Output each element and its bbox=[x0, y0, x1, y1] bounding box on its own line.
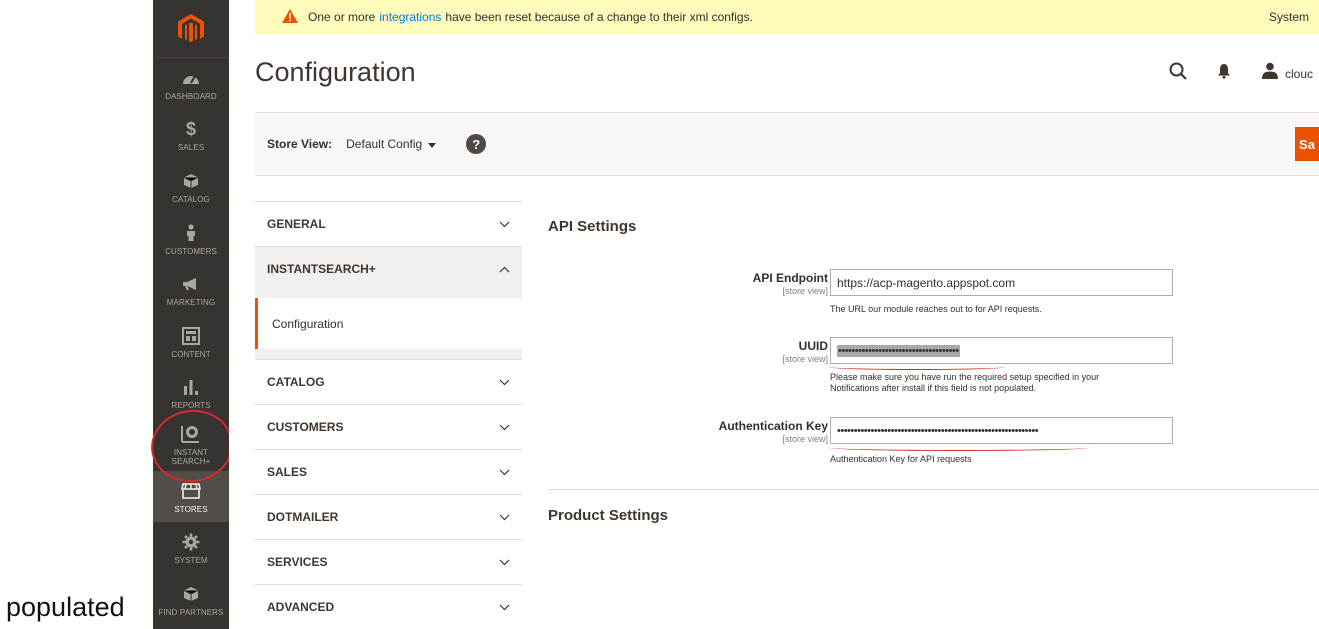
tab-customers[interactable]: CUSTOMERS bbox=[255, 404, 522, 449]
storefront-icon bbox=[180, 480, 202, 502]
annotation-underline bbox=[828, 444, 1090, 451]
warning-icon bbox=[282, 8, 298, 26]
sidebar-item-content[interactable]: CONTENT bbox=[153, 316, 229, 368]
chevron-up-icon bbox=[498, 263, 510, 275]
auth-key-input[interactable]: ••••••••••••••••••••••••••••••••••••••••… bbox=[830, 417, 1173, 444]
system-messages-link[interactable]: System bbox=[1269, 10, 1309, 24]
person-icon bbox=[180, 222, 202, 244]
sidebar-item-stores[interactable]: STORES bbox=[153, 470, 229, 523]
sidebar-item-instant-search[interactable]: INSTANT SEARCH+ bbox=[153, 419, 229, 471]
help-icon[interactable]: ? bbox=[466, 134, 487, 154]
uuid-label: UUID bbox=[798, 339, 828, 353]
tab-services[interactable]: SERVICES bbox=[255, 539, 522, 584]
chevron-down-icon bbox=[498, 218, 510, 230]
store-view-bar: Store View: Default Config ? Sa bbox=[255, 112, 1319, 176]
api-endpoint-note: The URL our module reaches out to for AP… bbox=[830, 304, 1042, 314]
sidebar-item-marketing[interactable]: MARKETING bbox=[153, 264, 229, 316]
caret-down-icon bbox=[428, 137, 437, 151]
gear-icon bbox=[180, 531, 202, 553]
cube-icon bbox=[180, 170, 202, 192]
auth-key-note: Authentication Key for API requests bbox=[830, 454, 972, 464]
tab-instantsearch-configuration[interactable]: Configuration bbox=[255, 298, 522, 349]
sidebar-item-dashboard[interactable]: DASHBOARD bbox=[153, 58, 229, 110]
sidebar-item-find-partners[interactable]: FIND PARTNERS bbox=[153, 574, 229, 626]
chevron-down-icon bbox=[498, 511, 510, 523]
main-content: One or more integrations have been reset… bbox=[229, 0, 1319, 629]
tab-instantsearch[interactable]: INSTANTSEARCH+ bbox=[255, 246, 522, 291]
chevron-down-icon bbox=[498, 556, 510, 568]
search-icon[interactable] bbox=[1169, 62, 1187, 85]
page-title: Configuration bbox=[255, 57, 416, 87]
system-notice: One or more integrations have been reset… bbox=[255, 0, 1319, 34]
tab-general[interactable]: GENERAL bbox=[255, 201, 522, 246]
dashboard-icon bbox=[180, 67, 202, 89]
scope-label: [store view] bbox=[782, 434, 828, 444]
dollar-icon: $ bbox=[185, 118, 196, 139]
chevron-down-icon bbox=[498, 376, 510, 388]
store-view-label: Store View: bbox=[267, 137, 333, 151]
tab-advanced[interactable]: ADVANCED bbox=[255, 584, 522, 629]
scope-label: [store view] bbox=[782, 286, 828, 296]
chevron-down-icon bbox=[498, 601, 510, 613]
instantsearch-subitems: Configuration bbox=[255, 291, 522, 359]
uuid-input[interactable]: •••••••••••••••••••••••••••••••••••• bbox=[830, 337, 1173, 364]
user-name[interactable]: clouc bbox=[1285, 67, 1313, 81]
caption-text: populated bbox=[6, 592, 125, 622]
tab-catalog[interactable]: CATALOG bbox=[255, 359, 522, 404]
admin-sidebar: DASHBOARD $ SALES CATALOG CUSTOMERS MARK… bbox=[153, 0, 229, 629]
chevron-down-icon bbox=[498, 466, 510, 478]
layout-icon bbox=[180, 325, 202, 347]
sidebar-item-sales[interactable]: $ SALES bbox=[153, 110, 229, 162]
sidebar-item-reports[interactable]: REPORTS bbox=[153, 368, 229, 420]
header-actions: clouc bbox=[1169, 62, 1313, 85]
megaphone-icon bbox=[180, 273, 202, 295]
chevron-down-icon bbox=[498, 421, 510, 433]
tab-dotmailer[interactable]: DOTMAILER bbox=[255, 494, 522, 539]
sidebar-item-system[interactable]: SYSTEM bbox=[153, 522, 229, 574]
save-config-button[interactable]: Sa bbox=[1295, 127, 1319, 161]
config-tabs: GENERAL INSTANTSEARCH+ Configuration CAT… bbox=[255, 201, 522, 629]
magento-logo-icon[interactable] bbox=[153, 0, 229, 58]
api-endpoint-label: API Endpoint bbox=[752, 271, 828, 285]
user-account-icon[interactable] bbox=[1261, 62, 1279, 85]
integrations-link[interactable]: integrations bbox=[379, 10, 441, 24]
sidebar-item-catalog[interactable]: CATALOG bbox=[153, 161, 229, 213]
bar-chart-icon bbox=[180, 376, 202, 398]
tab-sales[interactable]: SALES bbox=[255, 449, 522, 494]
api-settings-title[interactable]: API Settings bbox=[548, 218, 636, 235]
api-endpoint-input[interactable]: https://acp-magento.appspot.com bbox=[830, 269, 1173, 296]
uuid-note: Please make sure you have run the requir… bbox=[830, 372, 1100, 393]
partners-icon bbox=[180, 583, 202, 605]
scope-label: [store view] bbox=[782, 354, 828, 364]
store-view-switcher[interactable]: Default Config bbox=[346, 137, 437, 151]
auth-key-label: Authentication Key bbox=[718, 419, 828, 433]
instant-search-icon bbox=[180, 423, 202, 445]
section-divider bbox=[548, 489, 1319, 490]
notifications-bell-icon[interactable] bbox=[1217, 63, 1231, 84]
annotation-underline bbox=[828, 364, 1006, 370]
product-settings-title[interactable]: Product Settings bbox=[548, 507, 668, 524]
sidebar-item-customers[interactable]: CUSTOMERS bbox=[153, 213, 229, 265]
